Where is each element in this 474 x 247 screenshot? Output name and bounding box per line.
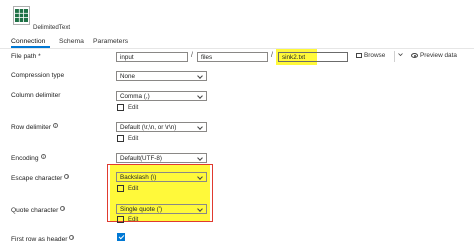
column-delimiter-select[interactable]: Comma (,): [116, 91, 207, 101]
info-icon[interactable]: [40, 154, 46, 159]
escape-character-select[interactable]: Backslash (\): [116, 172, 207, 182]
eye-icon: [411, 53, 418, 58]
first-row-header-label: First row as header: [11, 235, 75, 243]
row-delimiter-edit-checkbox[interactable]: [117, 135, 124, 142]
info-icon[interactable]: [69, 235, 75, 240]
path-separator: /: [271, 52, 273, 59]
tab-schema[interactable]: Schema: [59, 38, 84, 45]
encoding-select[interactable]: Default(UTF-8): [116, 153, 207, 163]
first-row-header-checkbox[interactable]: [117, 233, 125, 241]
tab-bar: Connection Schema Parameters: [0, 36, 474, 49]
quote-character-label: Quote character: [11, 206, 66, 214]
edit-label: Edit: [128, 105, 139, 111]
compression-type-select[interactable]: None: [116, 71, 207, 81]
quote-character-edit-checkbox[interactable]: [117, 216, 124, 223]
folder-icon: [356, 53, 362, 58]
info-icon[interactable]: [64, 174, 70, 179]
info-icon[interactable]: [60, 206, 66, 211]
edit-label: Edit: [128, 217, 139, 223]
chevron-down-icon[interactable]: [398, 52, 403, 57]
row-delimiter-label: Row delimiter: [11, 123, 58, 131]
column-delimiter-edit-checkbox[interactable]: [117, 104, 124, 111]
edit-label: Edit: [128, 186, 139, 192]
excel-table-icon: [13, 6, 30, 25]
tab-connection[interactable]: Connection: [11, 38, 45, 45]
escape-character-label: Escape character: [11, 174, 70, 182]
file-name-input[interactable]: sink2.txt: [278, 52, 348, 62]
tab-parameters[interactable]: Parameters: [93, 38, 128, 45]
escape-character-edit-checkbox[interactable]: [117, 185, 124, 192]
file-path-label: File path *: [11, 53, 41, 60]
dataset-header: DelimitedText: [0, 0, 474, 36]
info-icon[interactable]: [52, 123, 58, 128]
preview-data-button[interactable]: Preview data: [411, 52, 457, 59]
dataset-title: DelimitedText: [33, 24, 71, 31]
edit-label: Edit: [128, 136, 139, 142]
row-delimiter-select[interactable]: Default (\r,\n, or \r\n): [116, 122, 207, 132]
quote-character-select[interactable]: Single quote ('): [116, 204, 207, 214]
column-delimiter-label: Column delimiter: [11, 92, 61, 99]
container-input[interactable]: input: [116, 52, 188, 62]
encoding-label: Encoding: [11, 154, 46, 162]
active-tab-indicator: [11, 46, 50, 48]
compression-type-label: Compression type: [11, 72, 65, 79]
directory-input[interactable]: files: [197, 52, 268, 62]
path-separator: /: [191, 52, 193, 59]
browse-button[interactable]: Browse: [356, 52, 385, 59]
toolbar-divider: [394, 51, 395, 62]
